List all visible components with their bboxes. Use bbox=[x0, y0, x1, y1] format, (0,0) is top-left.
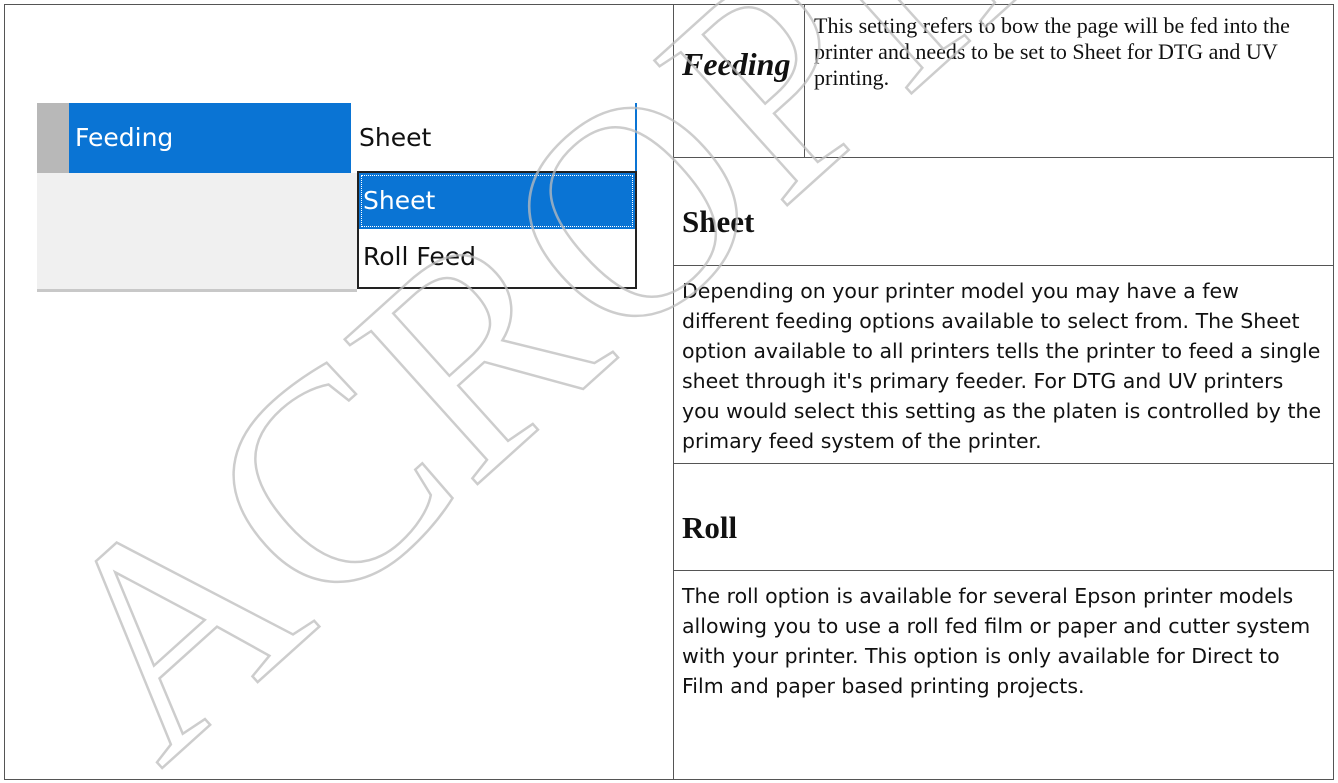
empty-row bbox=[37, 173, 357, 289]
sheet-body-row: Depending on your printer model you may … bbox=[674, 266, 1333, 464]
feeding-row: Feeding This setting refers to bow the p… bbox=[674, 5, 1333, 158]
setting-row: Feeding Sheet bbox=[37, 103, 637, 173]
sheet-heading: Sheet bbox=[682, 204, 755, 239]
option-sheet[interactable]: Sheet bbox=[359, 173, 635, 229]
feeding-key: Feeding bbox=[682, 46, 791, 82]
document-table: Feeding Sheet Sheet Roll Feed Feeding Th… bbox=[4, 4, 1334, 780]
feeding-setting-screenshot: Feeding Sheet Sheet Roll Feed bbox=[37, 103, 637, 299]
roll-heading-row: Roll bbox=[674, 464, 1333, 571]
option-roll-feed[interactable]: Roll Feed bbox=[359, 229, 635, 285]
feeding-dropdown-list: Sheet Roll Feed bbox=[357, 171, 637, 289]
roll-body: The roll option is available for several… bbox=[682, 584, 1311, 698]
sheet-body: Depending on your printer model you may … bbox=[682, 279, 1322, 453]
setting-value-select[interactable]: Sheet bbox=[351, 103, 637, 173]
roll-body-row: The roll option is available for several… bbox=[674, 571, 1333, 781]
feeding-description: This setting refers to bow the page will… bbox=[814, 13, 1290, 90]
row-divider bbox=[37, 289, 357, 292]
row-gutter bbox=[37, 103, 69, 173]
roll-heading: Roll bbox=[682, 510, 738, 545]
feeding-key-cell: Feeding bbox=[674, 5, 805, 158]
screenshot-cell: Feeding Sheet Sheet Roll Feed bbox=[5, 5, 674, 779]
sheet-heading-row: Sheet bbox=[674, 158, 1333, 266]
setting-label: Feeding bbox=[69, 103, 351, 173]
